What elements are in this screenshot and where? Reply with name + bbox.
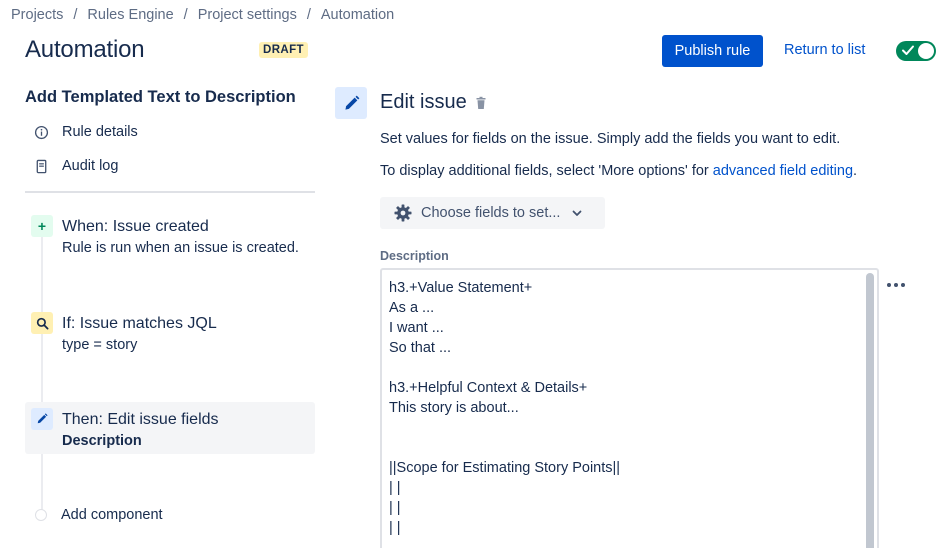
hint-suffix: . xyxy=(853,163,858,179)
pencil-icon xyxy=(31,408,53,430)
rule-enabled-toggle[interactable] xyxy=(896,41,936,61)
document-icon xyxy=(34,159,49,174)
info-icon xyxy=(34,125,49,140)
plus-icon: + xyxy=(31,215,53,237)
textarea-scrollbar[interactable] xyxy=(866,273,874,548)
trigger-step[interactable]: + When: Issue created Rule is run when a… xyxy=(25,210,315,262)
description-field[interactable]: h3.+Value Statement+ As a ... I want ...… xyxy=(380,268,879,548)
action-step[interactable]: Then: Edit issue fields Description xyxy=(25,402,315,454)
breadcrumb-separator: / xyxy=(306,7,311,23)
step-subtitle: Rule is run when an issue is created. xyxy=(62,240,299,256)
breadcrumb-automation[interactable]: Automation xyxy=(321,7,394,23)
breadcrumb-project-settings[interactable]: Project settings xyxy=(198,7,297,23)
more-options-button[interactable] xyxy=(887,280,909,290)
chevron-down-icon xyxy=(573,210,582,216)
breadcrumb-separator: / xyxy=(183,7,188,23)
breadcrumb: Projects / Rules Engine / Project settin… xyxy=(11,7,394,23)
step-title: Then: Edit issue fields xyxy=(62,411,219,428)
choose-fields-label: Choose fields to set... xyxy=(421,205,561,221)
step-title: When: Issue created xyxy=(62,218,209,235)
edit-issue-icon xyxy=(335,87,367,119)
rule-details-link[interactable]: Rule details xyxy=(34,124,138,140)
advanced-editing-hint: To display additional fields, select 'Mo… xyxy=(380,163,857,179)
dot-icon xyxy=(901,283,905,287)
rule-name: Add Templated Text to Description xyxy=(25,88,296,106)
return-to-list-link[interactable]: Return to list xyxy=(784,42,865,58)
dot-icon xyxy=(894,283,898,287)
description-field-text: h3.+Value Statement+ As a ... I want ...… xyxy=(389,280,621,536)
timeline-line xyxy=(41,236,43,511)
page-title: Automation xyxy=(25,36,145,63)
choose-fields-dropdown[interactable]: Choose fields to set... xyxy=(380,197,605,229)
search-icon xyxy=(31,312,53,334)
step-title: If: Issue matches JQL xyxy=(62,315,217,332)
audit-log-label: Audit log xyxy=(62,158,119,174)
audit-log-link[interactable]: Audit log xyxy=(34,158,118,174)
gear-icon xyxy=(394,204,412,222)
editor-description: Set values for fields on the issue. Simp… xyxy=(380,131,841,147)
status-badge: DRAFT xyxy=(259,42,308,58)
breadcrumb-projects[interactable]: Projects xyxy=(11,7,63,23)
check-icon xyxy=(902,45,914,55)
dot-icon xyxy=(887,283,891,287)
component-title: Edit issue xyxy=(380,91,467,113)
trash-icon[interactable] xyxy=(474,96,488,110)
hint-prefix: To display additional fields, select 'Mo… xyxy=(380,163,713,179)
sidebar-divider xyxy=(25,191,315,193)
condition-step[interactable]: If: Issue matches JQL type = story xyxy=(25,306,315,358)
rule-details-label: Rule details xyxy=(62,124,138,140)
description-field-label: Description xyxy=(380,249,449,263)
breadcrumb-separator: / xyxy=(73,7,78,23)
add-component-label: Add component xyxy=(61,507,163,523)
add-component-circle-icon xyxy=(35,509,47,521)
step-subtitle: type = story xyxy=(62,337,138,353)
toggle-knob xyxy=(918,43,934,59)
publish-rule-button[interactable]: Publish rule xyxy=(662,35,763,67)
step-subtitle: Description xyxy=(62,433,142,449)
advanced-field-editing-link[interactable]: advanced field editing xyxy=(713,163,853,179)
breadcrumb-rules-engine[interactable]: Rules Engine xyxy=(87,7,173,23)
add-component-button[interactable]: Add component xyxy=(35,507,163,523)
